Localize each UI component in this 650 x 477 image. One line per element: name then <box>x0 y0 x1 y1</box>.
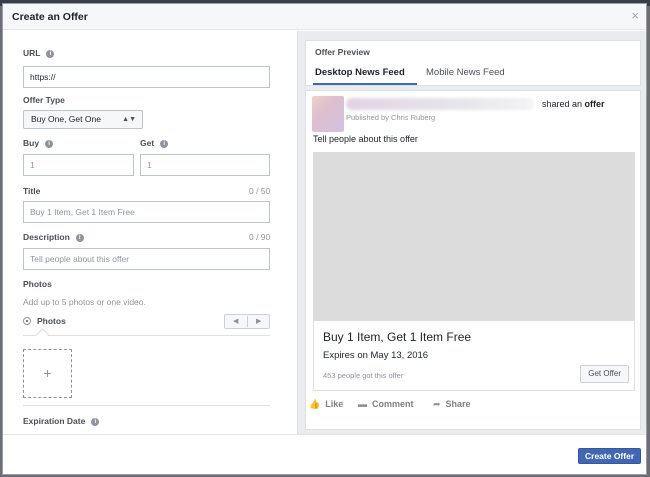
blurred-page-name <box>346 98 534 110</box>
thumbs-up-icon: 👍 <box>309 399 321 409</box>
get-label-text: Get <box>140 138 155 148</box>
radio-selected-icon[interactable] <box>23 317 31 325</box>
preview-title: Offer Preview <box>315 47 370 57</box>
tab-desktop-news-feed[interactable]: Desktop News Feed <box>315 67 405 78</box>
avatar <box>312 96 344 132</box>
comment-icon: ▬ <box>358 399 367 409</box>
close-icon[interactable]: × <box>631 9 639 22</box>
url-label-text: URL <box>23 48 41 58</box>
info-icon[interactable]: i <box>91 418 100 426</box>
info-icon[interactable]: i <box>75 234 84 242</box>
share-label: Share <box>445 399 471 409</box>
chevron-left-icon[interactable]: ◀ <box>233 317 238 325</box>
info-icon[interactable]: i <box>45 140 54 148</box>
share-icon: ➦ <box>433 399 441 409</box>
description-label-text: Description <box>23 232 70 242</box>
active-tab-indicator <box>313 83 417 85</box>
description-label: Description i <box>23 232 84 242</box>
photos-radio-label: Photos <box>37 316 66 326</box>
description-char-counter: 0 / 90 <box>249 232 271 242</box>
offer-title: Buy 1 Item, Get 1 Item Free <box>323 330 472 344</box>
tab-pointer <box>36 328 49 341</box>
url-input[interactable]: https:// <box>23 66 270 88</box>
info-icon[interactable]: i <box>160 140 169 148</box>
dialog-title: Create an Offer <box>12 11 88 23</box>
offer-claim-count: 453 people got this offer <box>323 371 404 380</box>
photos-radio[interactable]: Photos <box>23 316 66 326</box>
published-by: Published by Chris Ruberg <box>346 113 436 122</box>
buy-label-text: Buy <box>23 138 40 148</box>
tab-mobile-news-feed[interactable]: Mobile News Feed <box>426 67 505 78</box>
post-body-text: Tell people about this offer <box>313 134 418 144</box>
offer-type-label: Offer Type <box>23 95 65 105</box>
section-divider <box>23 405 270 406</box>
expiration-date-label: Expiration Date i <box>23 416 100 426</box>
share-button[interactable]: ➦ Share <box>433 399 471 410</box>
offer-type-value: Buy One, Get One <box>31 114 101 124</box>
create-offer-dialog: Create an Offer × URL i https:// Offer Ty… <box>2 3 647 475</box>
news-feed-post-preview: shared an offer Published by Chris Ruber… <box>305 90 641 430</box>
get-quantity-input[interactable]: 1 <box>140 154 270 176</box>
description-input[interactable]: Tell people about this offer <box>23 248 270 270</box>
buy-quantity-input[interactable]: 1 <box>23 154 134 176</box>
shared-an-offer-text: shared an offer <box>542 99 605 109</box>
dialog-footer: Create Offer <box>3 434 646 474</box>
shared-prefix: shared an <box>542 99 583 109</box>
title-char-counter: 0 / 50 <box>249 186 271 196</box>
dialog-header: Create an Offer × <box>3 4 646 30</box>
offer-type-select[interactable]: Buy One, Get One ▲▼ <box>23 110 143 129</box>
create-offer-button[interactable]: Create Offer <box>578 448 642 464</box>
title-label: Title <box>23 186 41 196</box>
title-input[interactable]: Buy 1 Item, Get 1 Item Free <box>23 201 270 223</box>
add-photo-button[interactable]: + <box>23 349 72 398</box>
comment-button[interactable]: ▬ Comment <box>358 399 414 409</box>
pager-divider <box>247 316 248 327</box>
get-offer-button[interactable]: Get Offer <box>580 365 629 383</box>
photo-pager: ◀ ▶ <box>224 314 270 329</box>
info-icon[interactable]: i <box>46 50 55 58</box>
offer-preview-pane: Offer Preview Desktop News Feed Mobile N… <box>297 31 646 434</box>
photos-label: Photos <box>23 279 52 289</box>
url-label: URL i <box>23 48 55 58</box>
offer-card: Buy 1 Item, Get 1 Item Free Expires on M… <box>313 321 635 391</box>
offer-expiration: Expires on May 13, 2016 <box>323 350 429 361</box>
offer-image-placeholder <box>313 152 635 321</box>
preview-tabs-panel: Offer Preview Desktop News Feed Mobile N… <box>305 40 641 86</box>
offer-form: URL i https:// Offer Type Buy One, Get On… <box>3 31 295 432</box>
photos-divider <box>23 335 270 336</box>
post-actions: 👍 Like ▬ Comment ➦ Share <box>306 394 640 416</box>
like-label: Like <box>325 399 344 409</box>
expiration-label-text: Expiration Date <box>23 416 86 426</box>
photos-hint: Add up to 5 photos or one video. <box>23 297 146 307</box>
chevron-right-icon[interactable]: ▶ <box>256 317 261 325</box>
like-button[interactable]: 👍 Like <box>309 399 343 410</box>
comment-label: Comment <box>372 399 414 409</box>
shared-object: offer <box>584 99 605 109</box>
get-label: Get i <box>140 138 169 148</box>
plus-icon: + <box>43 365 52 381</box>
buy-label: Buy i <box>23 138 54 148</box>
select-arrows-icon: ▲▼ <box>122 116 136 123</box>
